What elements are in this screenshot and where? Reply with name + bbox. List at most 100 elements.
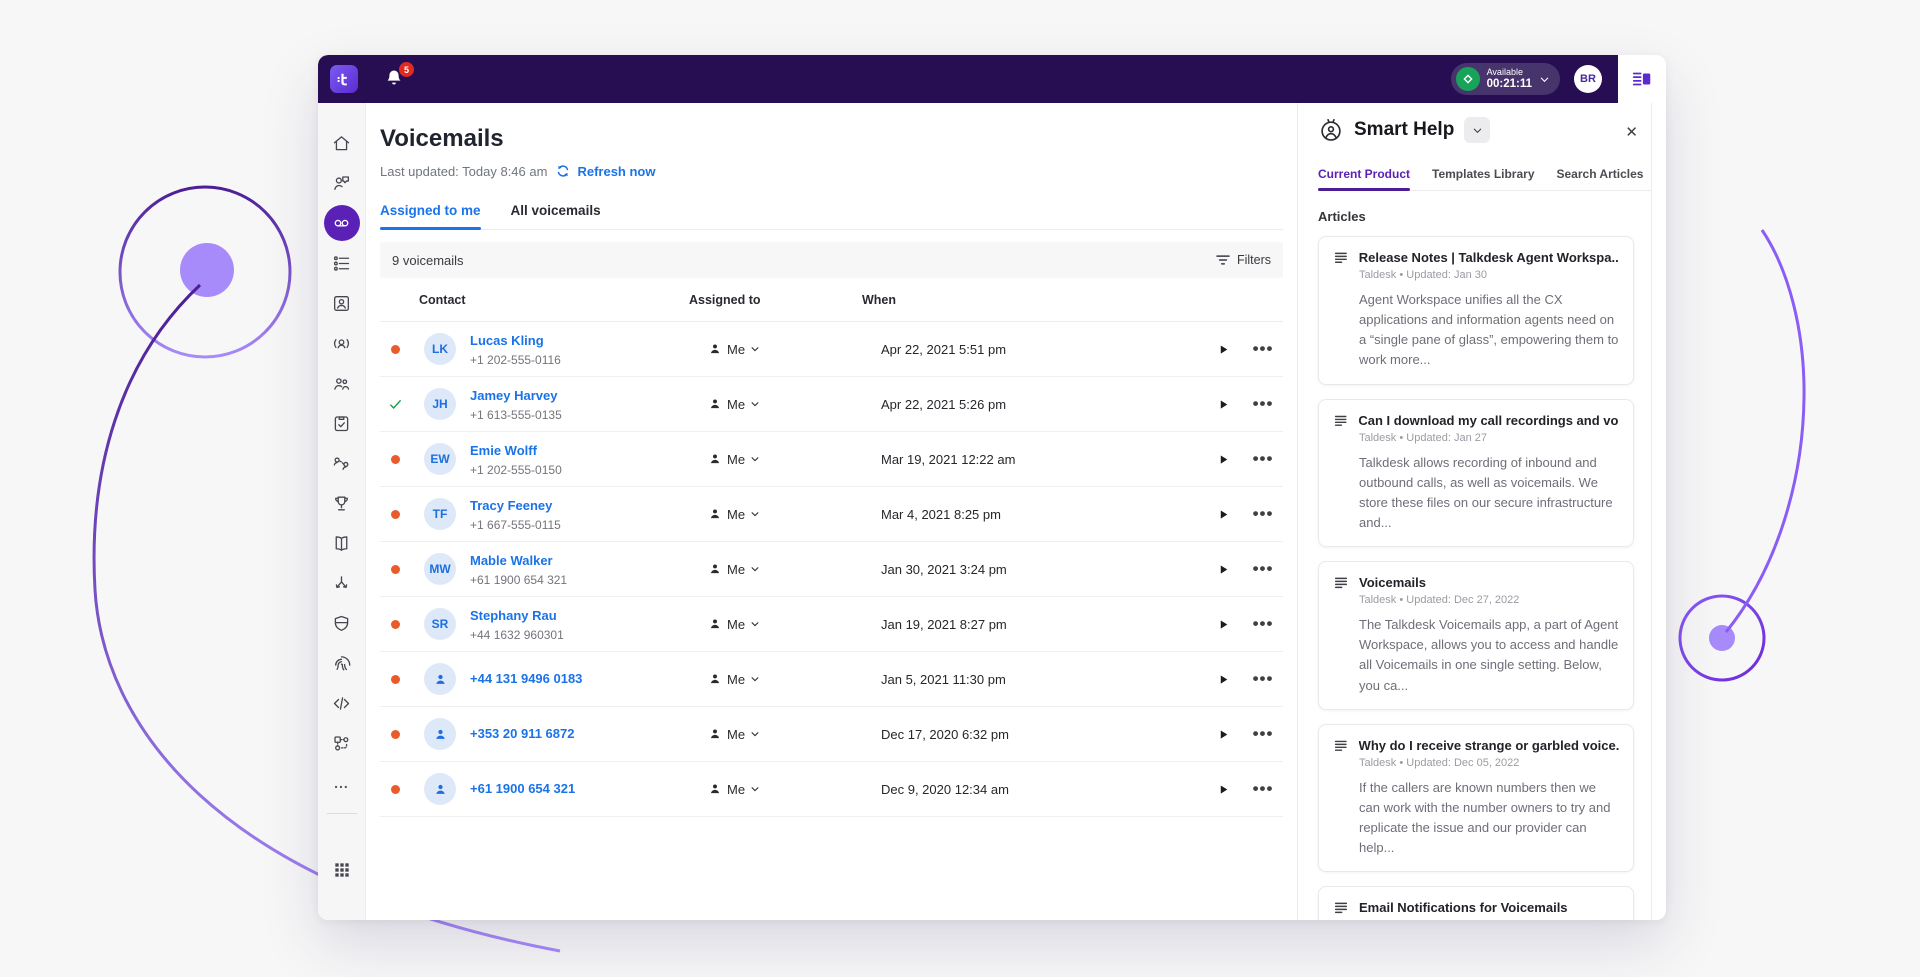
voicemail-date: Apr 22, 2021 5:51 pm	[881, 342, 1203, 357]
row-menu-button[interactable]: •••	[1243, 509, 1283, 519]
play-button[interactable]	[1203, 343, 1243, 356]
sidebar-item-activity[interactable]	[323, 243, 361, 283]
play-button[interactable]	[1203, 783, 1243, 796]
tab-templates-library[interactable]: Templates Library	[1432, 167, 1534, 190]
contact-name-link[interactable]: Mable Walker	[470, 553, 553, 568]
sidebar-item-engagement[interactable]	[323, 443, 361, 483]
play-button[interactable]	[1203, 563, 1243, 576]
app-window: 5 Available 00:21:11 BR	[318, 55, 1666, 920]
article-excerpt: If the callers are known numbers then we…	[1359, 778, 1619, 859]
user-avatar[interactable]: BR	[1574, 65, 1602, 93]
close-panel-button[interactable]: ✕	[1625, 123, 1638, 141]
article-card[interactable]: Why do I receive strange or garbled voic…	[1318, 724, 1634, 873]
row-menu-button[interactable]: •••	[1243, 729, 1283, 739]
row-menu-button[interactable]: •••	[1243, 564, 1283, 574]
sidebar-item-conversations[interactable]	[323, 163, 361, 203]
row-menu-button[interactable]: •••	[1243, 784, 1283, 794]
topbar-right: Available 00:21:11 BR	[1451, 63, 1602, 95]
sidebar-item-security[interactable]	[323, 603, 361, 643]
sidebar-item-apps[interactable]	[323, 850, 361, 890]
refresh-now-button[interactable]: Refresh now	[555, 163, 655, 179]
sidebar-item-voicemails[interactable]	[324, 205, 360, 241]
article-icon	[1333, 413, 1348, 429]
knowledge-icon	[331, 533, 352, 554]
row-menu-button[interactable]: •••	[1243, 454, 1283, 464]
voicemail-date: Jan 30, 2021 3:24 pm	[881, 562, 1203, 577]
play-icon	[1217, 783, 1230, 796]
article-card[interactable]: Release Notes | Talkdesk Agent Workspa..…	[1318, 236, 1634, 385]
assigned-to-dropdown[interactable]: Me	[708, 672, 881, 687]
tab-assigned-to-me[interactable]: Assigned to me	[380, 203, 481, 229]
agent-status-dropdown[interactable]: Available 00:21:11	[1451, 63, 1560, 95]
status-available-icon	[1456, 67, 1480, 91]
sidebar-item-team[interactable]	[323, 363, 361, 403]
play-button[interactable]	[1203, 453, 1243, 466]
contact-name-link[interactable]: +353 20 911 6872	[470, 726, 574, 741]
table-header: Contact Assigned to When	[380, 278, 1283, 322]
topbar-row: 5 Available 00:21:11 BR	[318, 55, 1666, 103]
assigned-to-dropdown[interactable]: Me	[708, 397, 881, 412]
play-button[interactable]	[1203, 673, 1243, 686]
contact-name-link[interactable]: Emie Wolff	[470, 443, 537, 458]
sidebar-item-home[interactable]	[323, 123, 361, 163]
contact-phone: +1 613-555-0135	[470, 408, 708, 422]
contact-name-link[interactable]: +44 131 9496 0183	[470, 671, 582, 686]
article-card[interactable]: Voicemails Taldesk • Updated: Dec 27, 20…	[1318, 561, 1634, 710]
assigned-to-dropdown[interactable]: Me	[708, 562, 881, 577]
assigned-to-dropdown[interactable]: Me	[708, 507, 881, 522]
tab-all-voicemails[interactable]: All voicemails	[511, 203, 601, 229]
contact-name-link[interactable]: Jamey Harvey	[470, 388, 557, 403]
chevron-down-icon	[750, 454, 760, 464]
sidebar-item-performance[interactable]	[323, 483, 361, 523]
sidebar-item-tasks[interactable]	[323, 403, 361, 443]
app-sidebar: ...	[318, 103, 366, 920]
sidebar-item-customers[interactable]	[323, 323, 361, 363]
assigned-to-dropdown[interactable]: Me	[708, 782, 881, 797]
row-menu-button[interactable]: •••	[1243, 344, 1283, 354]
assigned-to-dropdown[interactable]: Me	[708, 727, 881, 742]
talkdesk-logo[interactable]	[330, 65, 358, 93]
person-icon	[708, 727, 722, 741]
contact-name-link[interactable]: Stephany Rau	[470, 608, 557, 623]
contact-name-link[interactable]: Tracy Feeney	[470, 498, 552, 513]
row-menu-button[interactable]: •••	[1243, 674, 1283, 684]
row-menu-button[interactable]: •••	[1243, 619, 1283, 629]
sidebar-item-more[interactable]: ...	[323, 763, 361, 803]
unread-dot-icon	[391, 565, 400, 574]
contact-name-link[interactable]: +61 1900 654 321	[470, 781, 575, 796]
row-menu-button[interactable]: •••	[1243, 399, 1283, 409]
tab-current-product[interactable]: Current Product	[1318, 167, 1410, 190]
sidebar-item-knowledge[interactable]	[323, 523, 361, 563]
play-button[interactable]	[1203, 398, 1243, 411]
panel-toggle-icon[interactable]	[1631, 68, 1653, 90]
article-card[interactable]: Email Notifications for Voicemails Talde…	[1318, 886, 1634, 920]
voicemails-icon	[331, 213, 352, 234]
article-meta: Taldesk • Updated: Dec 27, 2022	[1359, 594, 1619, 606]
person-icon	[708, 562, 722, 576]
tab-search-articles[interactable]: Search Articles	[1557, 167, 1644, 190]
assigned-to-dropdown[interactable]: Me	[708, 342, 881, 357]
unread-dot-icon	[391, 455, 400, 464]
chevron-down-icon	[750, 564, 760, 574]
contact-avatar: MW	[424, 553, 456, 585]
play-button[interactable]	[1203, 508, 1243, 521]
sidebar-item-contacts[interactable]	[323, 283, 361, 323]
play-button[interactable]	[1203, 618, 1243, 631]
sidebar-item-identity[interactable]	[323, 643, 361, 683]
table-row: JH Jamey Harvey +1 613-555-0135 Me Apr 2…	[380, 377, 1283, 432]
conversations-icon	[331, 173, 352, 194]
play-button[interactable]	[1203, 728, 1243, 741]
notifications-bell-button[interactable]: 5	[384, 67, 406, 91]
filters-button[interactable]: Filters	[1216, 253, 1271, 267]
sidebar-item-builder[interactable]	[323, 683, 361, 723]
activity-icon	[331, 253, 352, 274]
assigned-to-dropdown[interactable]: Me	[708, 452, 881, 467]
contact-name-link[interactable]: Lucas Kling	[470, 333, 544, 348]
person-icon	[433, 727, 448, 742]
article-card[interactable]: Can I download my call recordings and vo…	[1318, 399, 1634, 548]
assigned-to-dropdown[interactable]: Me	[708, 617, 881, 632]
sidebar-item-integrations[interactable]	[323, 723, 361, 763]
smart-help-dropdown-button[interactable]	[1464, 117, 1490, 143]
assigned-to-value: Me	[727, 672, 745, 687]
sidebar-item-routing[interactable]	[323, 563, 361, 603]
